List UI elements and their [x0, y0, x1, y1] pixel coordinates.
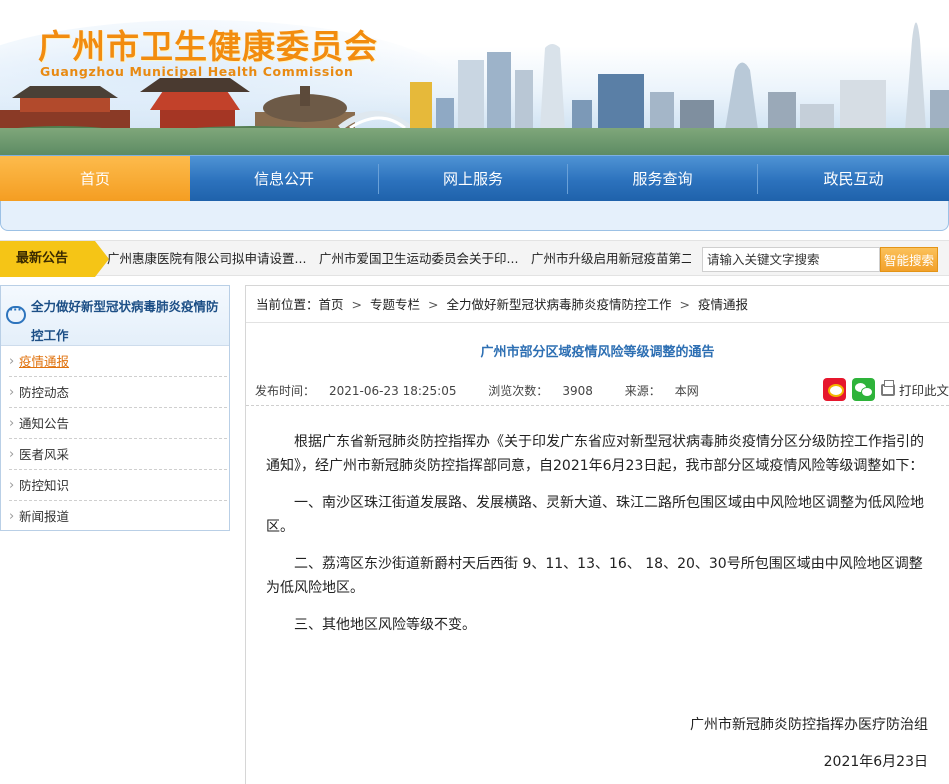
wechat-share-icon[interactable] [852, 378, 875, 401]
header-banner: 广州市卫生健康委员会 Guangzhou Municipal Health Co… [0, 0, 949, 156]
signature-date: 2021年6月23日 [823, 754, 928, 770]
site-title[interactable]: 广州市卫生健康委员会 [38, 20, 378, 68]
sidebar-item-prevention-knowledge[interactable]: 防控知识 [9, 470, 227, 501]
article-paragraph: 二、荔湾区东沙街道新爵村天后西街 9、11、13、16、 18、20、30号所包… [266, 556, 923, 596]
article-panel: 当前位置：首页 > 专题专栏 > 全力做好新型冠状病毒肺炎疫情防控工作 > 疫情通报 广州市… [245, 285, 949, 784]
notice-item[interactable]: 广州市升级启用新冠疫苗第二 [531, 241, 691, 277]
banner-ground [0, 128, 949, 156]
source-label: 来源： [624, 384, 661, 398]
source-value: 本网 [674, 384, 699, 398]
breadcrumb: 当前位置：首页 > 专题专栏 > 全力做好新型冠状病毒肺炎疫情防控工作 > 疫情通报 [246, 286, 949, 323]
print-article-link[interactable]: 打印此文 [899, 376, 949, 406]
notice-label: 最新公告 [0, 241, 109, 277]
breadcrumb-separator: > [428, 297, 439, 312]
breadcrumb-separator: > [679, 297, 691, 312]
article-paragraph: 根据广东省新冠肺炎防控指挥办《关于印发广东省应对新型冠状病毒肺炎疫情分区分级防控… [266, 434, 924, 474]
sidebar-heading: 全力做好新型冠状病毒肺炎疫情防控工作 [1, 286, 229, 346]
printer-icon[interactable] [881, 380, 895, 396]
sidebar-item-prevention-news[interactable]: 防控动态 [9, 377, 227, 408]
sidebar-item-epidemic-report[interactable]: 疫情通报 [9, 346, 227, 377]
article-body: 根据广东省新冠肺炎防控指挥办《关于印发广东省应对新型冠状病毒肺炎疫情分区分级防控… [266, 431, 931, 652]
publish-time: 2021-06-23 18:25:05 [329, 384, 457, 398]
breadcrumb-separator: > [351, 297, 363, 312]
main-nav: 首页 信息公开 网上服务 服务查询 政民互动 [0, 155, 949, 202]
breadcrumb-epidemic-report[interactable]: 疫情通报 [698, 297, 748, 312]
smart-search-button[interactable]: 智能搜索 [880, 247, 938, 272]
breadcrumb-special-topics[interactable]: 专题专栏 [370, 297, 420, 312]
views-label: 浏览次数： [488, 384, 549, 398]
nav-info-disclosure[interactable]: 信息公开 [190, 156, 378, 202]
notice-item[interactable]: 广州惠康医院有限公司拟申请设置... [107, 241, 307, 277]
site-subtitle: Guangzhou Municipal Health Commission [40, 64, 354, 79]
nav-interaction[interactable]: 政民互动 [758, 156, 949, 202]
article-paragraph: 一、南沙区珠江街道发展路、发展横路、灵新大道、珠江二路所包围区域由中风险地区调整… [266, 495, 924, 535]
sub-nav-bar [0, 201, 949, 231]
nav-home[interactable]: 首页 [0, 156, 190, 202]
article-title: 广州市部分区域疫情风险等级调整的通告 [480, 345, 715, 360]
sidebar-item-news-reports[interactable]: 新闻报道 [9, 501, 227, 532]
signature-organization: 广州市新冠肺炎防控指挥办医疗防治组 [690, 717, 928, 733]
notice-bar: 最新公告 广州惠康医院有限公司拟申请设置... 广州市爱国卫生运动委员会关于印.… [0, 240, 949, 277]
notice-item[interactable]: 广州市爱国卫生运动委员会关于印... [319, 241, 519, 277]
sidebar-item-notices[interactable]: 通知公告 [9, 408, 227, 439]
sidebar-item-medical-staff[interactable]: 医者风采 [9, 439, 227, 470]
sidebar: 全力做好新型冠状病毒肺炎疫情防控工作 疫情通报 防控动态 通知公告 医者风采 防… [0, 285, 230, 532]
article-paragraph: 三、其他地区风险等级不变。 [294, 617, 476, 633]
publish-time-label: 发布时间： [255, 384, 316, 398]
weibo-share-icon[interactable] [823, 378, 846, 401]
breadcrumb-covid-topic[interactable]: 全力做好新型冠状病毒肺炎疫情防控工作 [447, 297, 672, 312]
view-count: 3908 [562, 384, 593, 398]
chat-bubble-icon [6, 303, 26, 324]
search-input[interactable] [702, 247, 880, 272]
nav-service-query[interactable]: 服务查询 [568, 156, 757, 202]
sidebar-heading-text: 全力做好新型冠状病毒肺炎疫情防控工作 [31, 299, 219, 343]
breadcrumb-home[interactable]: 首页 [319, 297, 344, 312]
breadcrumb-prefix: 当前位置： [256, 297, 319, 312]
nav-online-service[interactable]: 网上服务 [379, 156, 567, 202]
